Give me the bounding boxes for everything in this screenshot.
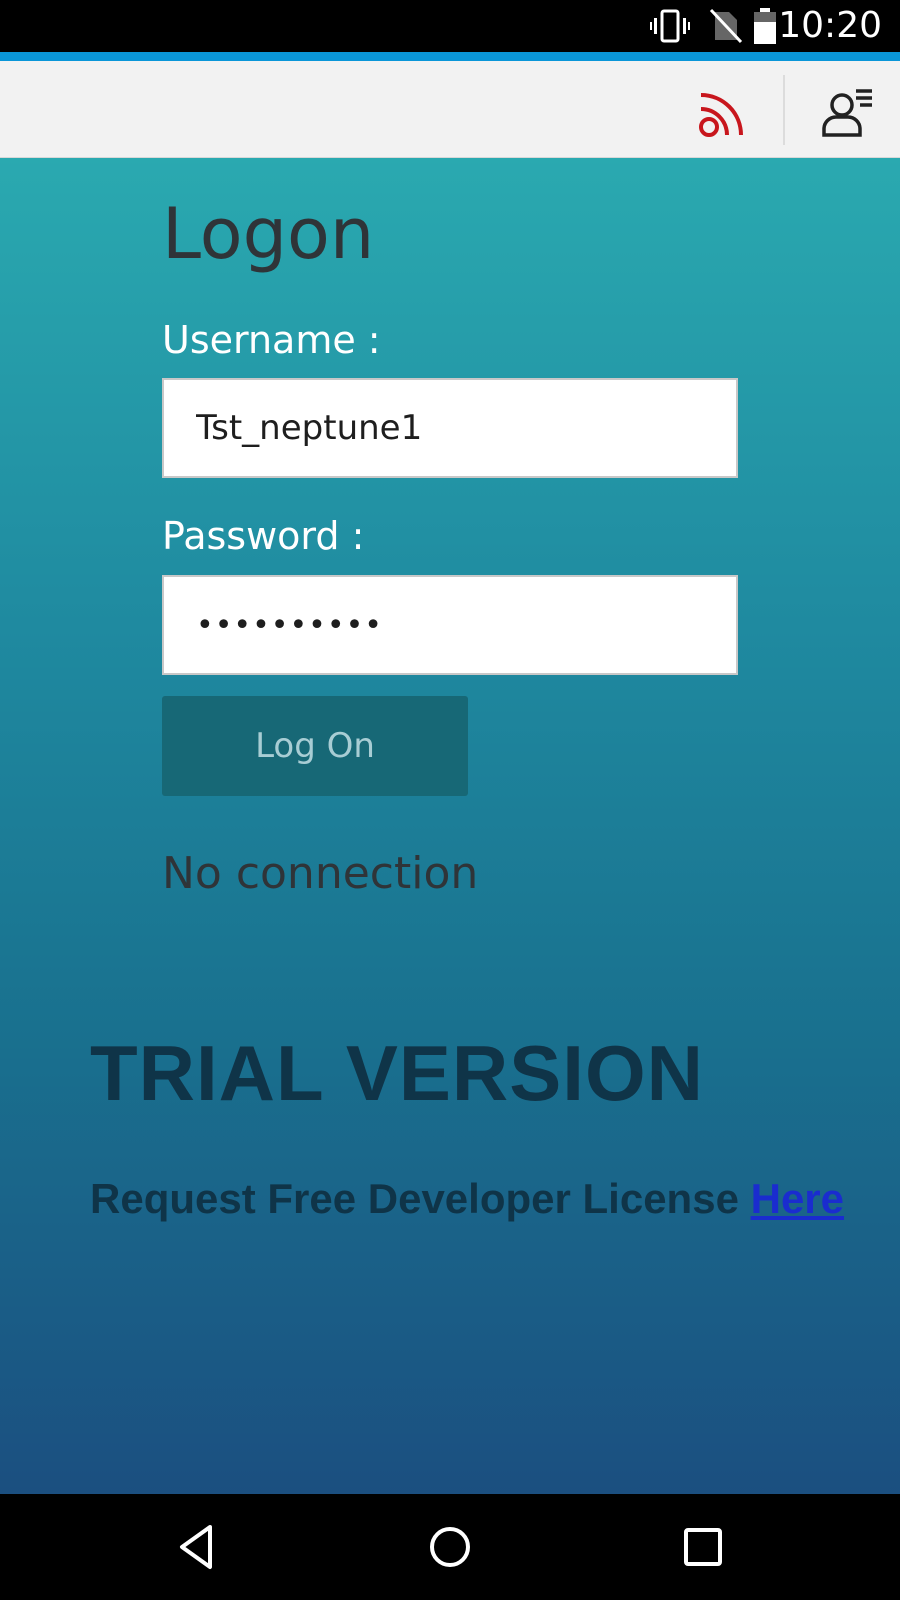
user-menu-icon[interactable] — [820, 85, 876, 141]
back-icon[interactable] — [168, 1517, 228, 1577]
recents-icon[interactable] — [673, 1517, 733, 1577]
status-bar: 10:20 — [0, 0, 900, 52]
page-title: Logon — [162, 193, 375, 275]
license-request-text: Request Free Developer License — [90, 1175, 739, 1222]
login-page: Logon Username : Password : Log On No co… — [0, 158, 900, 1494]
password-input[interactable] — [162, 575, 738, 675]
license-here-link[interactable]: Here — [751, 1175, 844, 1222]
password-label: Password : — [162, 514, 365, 558]
license-request-line: Request Free Developer License Here — [90, 1174, 844, 1224]
connection-status: No connection — [162, 848, 479, 899]
vibrate-icon — [650, 9, 690, 43]
navigation-bar — [0, 1494, 900, 1600]
rss-feed-icon[interactable] — [695, 85, 751, 141]
battery-icon — [754, 8, 776, 44]
log-on-button[interactable]: Log On — [162, 696, 468, 796]
accent-line — [0, 52, 900, 61]
trial-version-banner: TRIAL VERSION — [90, 1029, 704, 1117]
no-sim-icon — [709, 8, 743, 44]
username-label: Username : — [162, 318, 381, 362]
header-divider — [783, 75, 785, 145]
home-icon[interactable] — [420, 1517, 480, 1577]
status-time: 10:20 — [778, 5, 882, 46]
app-header — [0, 61, 900, 158]
username-input[interactable] — [162, 378, 738, 478]
